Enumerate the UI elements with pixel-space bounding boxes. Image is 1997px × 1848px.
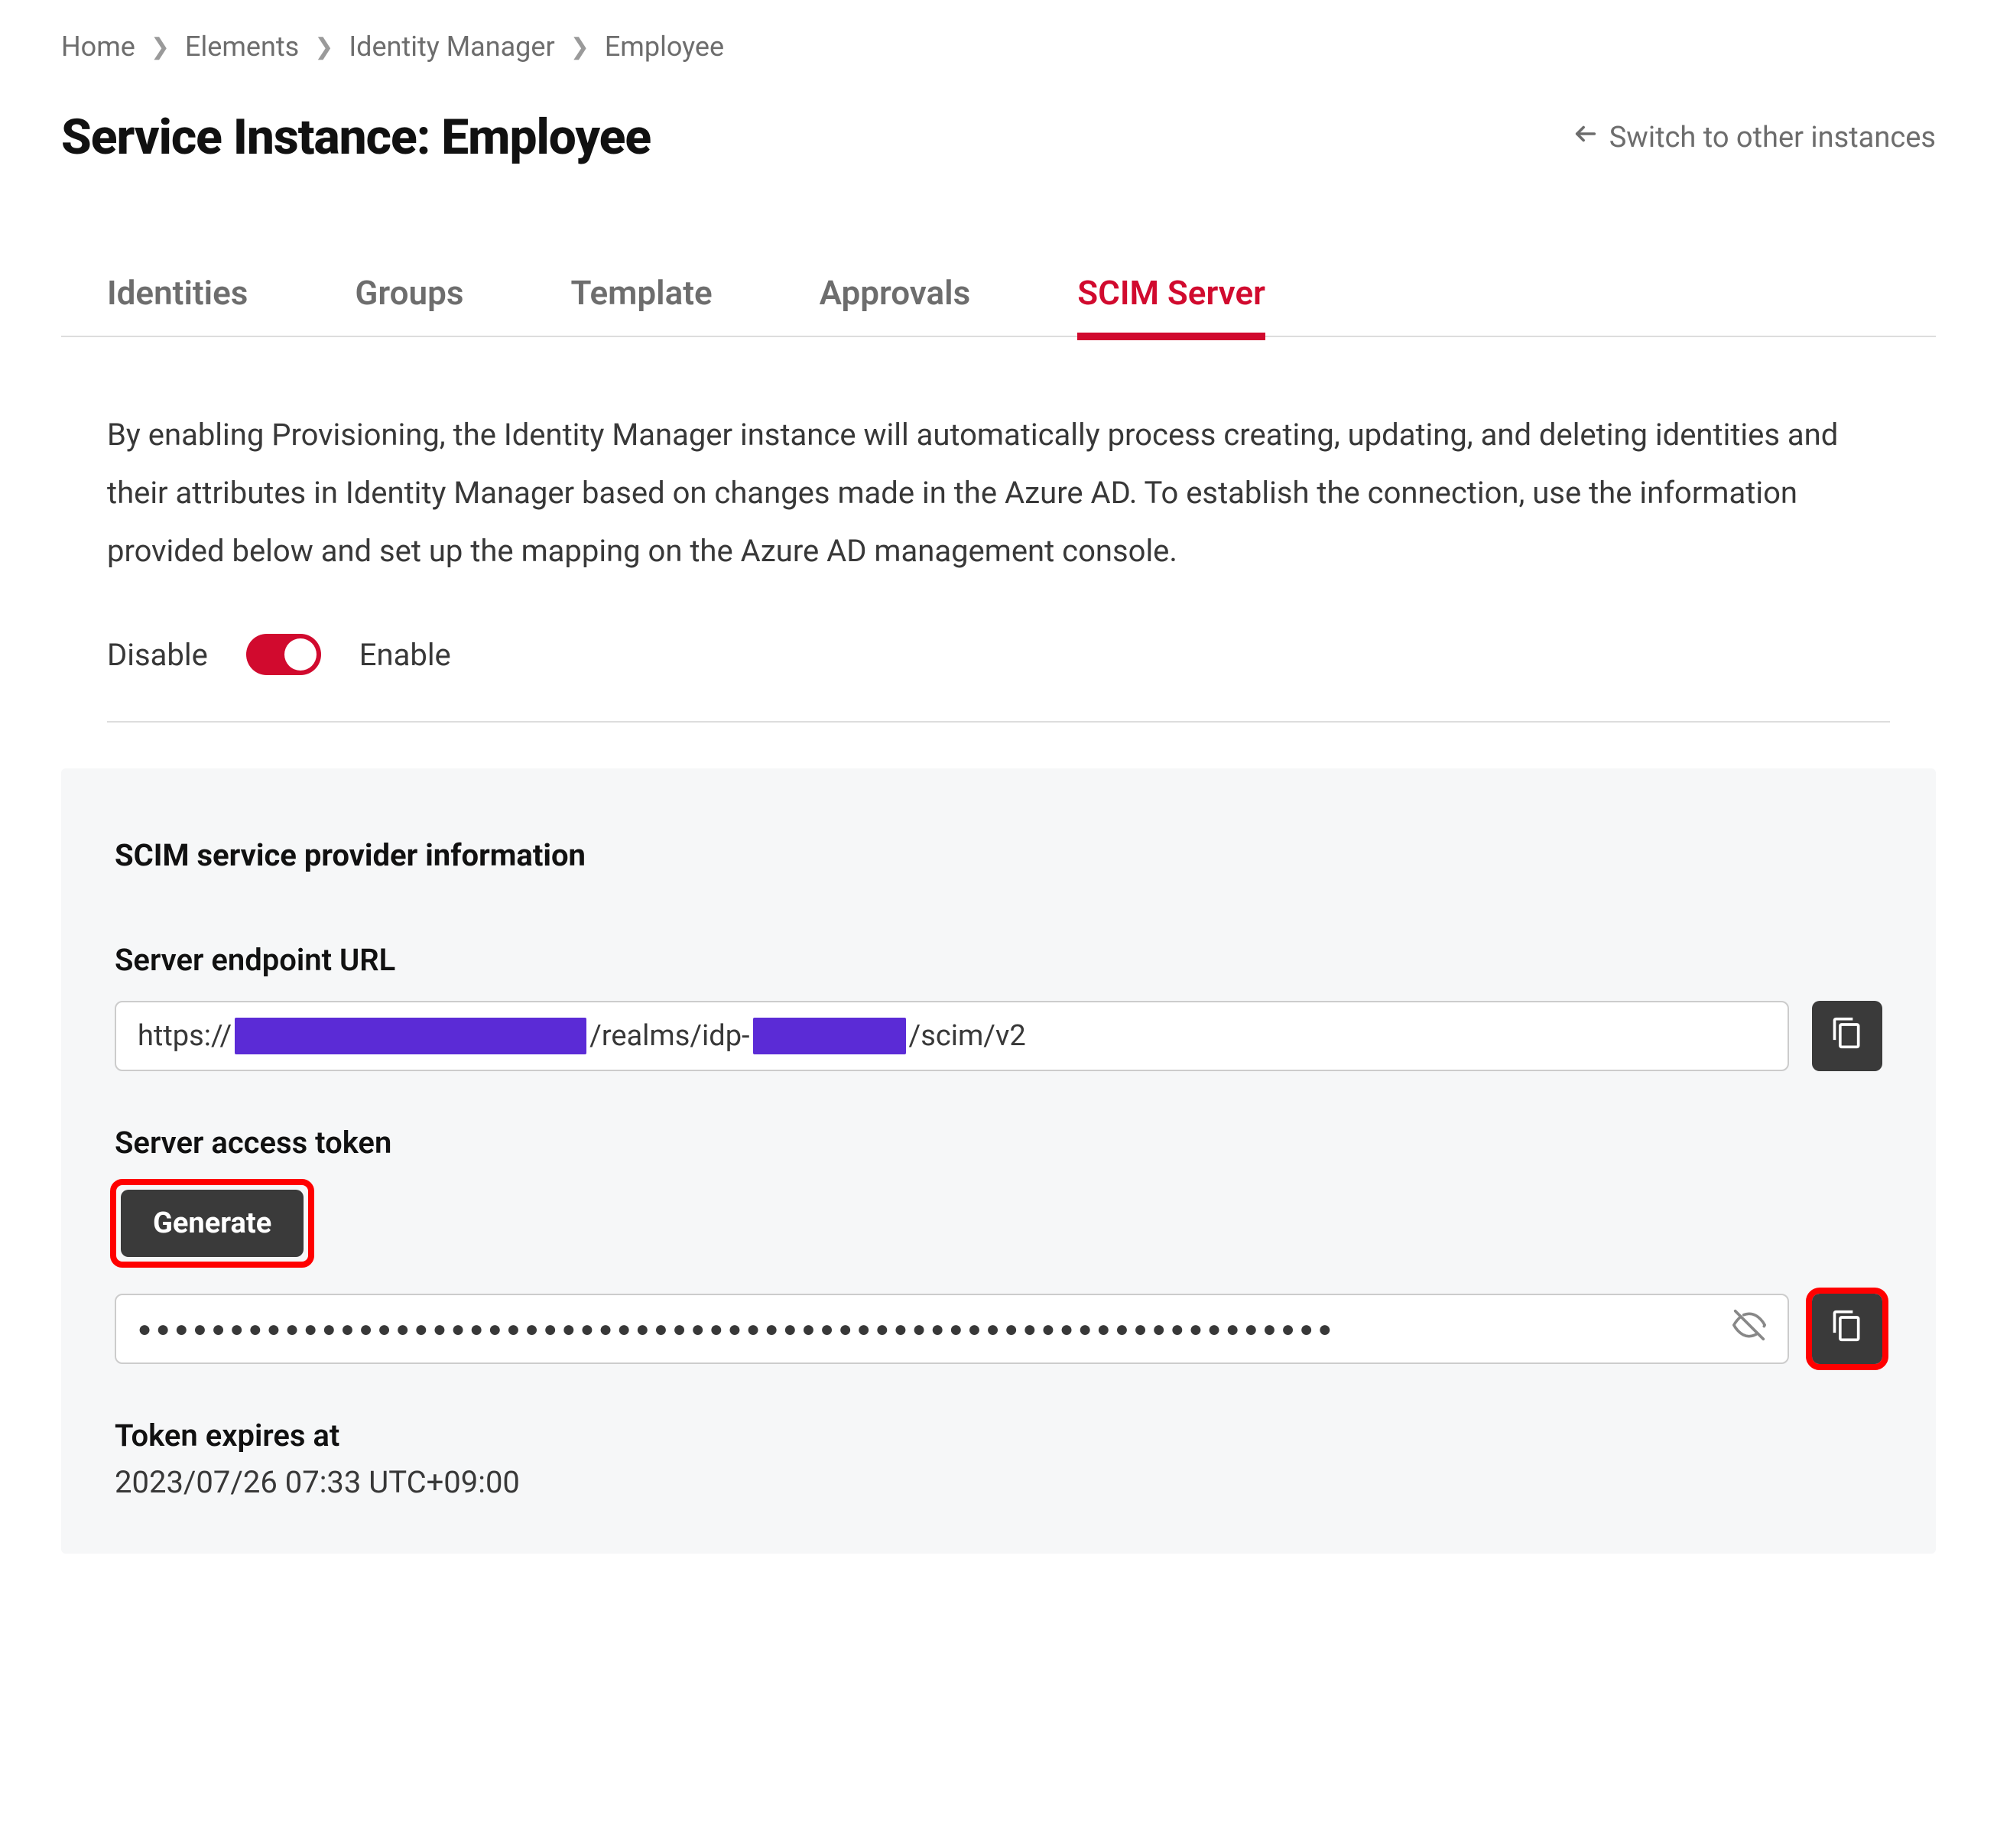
eye-off-icon[interactable]: [1732, 1308, 1766, 1349]
toggle-disable-label: Disable: [107, 637, 208, 673]
access-token-input[interactable]: ●●●●●●●●●●●●●●●●●●●●●●●●●●●●●●●●●●●●●●●●…: [115, 1294, 1789, 1364]
access-token-masked: ●●●●●●●●●●●●●●●●●●●●●●●●●●●●●●●●●●●●●●●●…: [138, 1316, 1732, 1343]
provisioning-toggle[interactable]: [246, 634, 321, 675]
tab-identities[interactable]: Identities: [107, 273, 248, 336]
endpoint-url-label: Server endpoint URL: [115, 942, 1882, 978]
provisioning-toggle-row: Disable Enable: [107, 634, 1890, 723]
page-title: Service Instance: Employee: [61, 109, 651, 166]
endpoint-url-prefix: https://: [138, 1019, 232, 1053]
chevron-right-icon: ❯: [570, 34, 589, 60]
copy-icon: [1830, 1309, 1864, 1349]
copy-endpoint-button[interactable]: [1812, 1001, 1882, 1071]
endpoint-url-input[interactable]: https:// /realms/idp- /scim/v2: [115, 1001, 1789, 1071]
breadcrumb-link-identity-manager[interactable]: Identity Manager: [349, 31, 554, 63]
endpoint-url-mid: /realms/idp-: [589, 1019, 749, 1053]
breadcrumb-link-employee[interactable]: Employee: [605, 31, 724, 63]
switch-instances-link[interactable]: Switch to other instances: [1573, 121, 1936, 154]
tab-approvals[interactable]: Approvals: [820, 273, 971, 336]
copy-icon: [1830, 1016, 1864, 1056]
scim-info-card: SCIM service provider information Server…: [61, 768, 1936, 1554]
highlight-generate: Generate: [115, 1184, 310, 1263]
token-expires-label: Token expires at: [115, 1418, 1882, 1453]
breadcrumb-link-elements[interactable]: Elements: [185, 31, 299, 63]
token-expires-value: 2023/07/26 07:33 UTC+09:00: [115, 1464, 1882, 1500]
chevron-right-icon: ❯: [314, 34, 333, 60]
switch-instances-label: Switch to other instances: [1609, 121, 1936, 154]
tab-bar: Identities Groups Template Approvals SCI…: [61, 273, 1936, 337]
access-token-label: Server access token: [115, 1125, 1882, 1161]
endpoint-url-suffix: /scim/v2: [909, 1019, 1026, 1053]
redacted-segment: [235, 1018, 586, 1054]
toggle-enable-label: Enable: [359, 637, 451, 673]
tab-template[interactable]: Template: [570, 273, 712, 336]
copy-token-button[interactable]: [1812, 1294, 1882, 1364]
arrow-left-icon: [1573, 121, 1599, 154]
chevron-right-icon: ❯: [151, 34, 170, 60]
redacted-segment: [753, 1018, 906, 1054]
toggle-knob: [284, 638, 317, 671]
breadcrumb-link-home[interactable]: Home: [61, 31, 135, 63]
tab-groups[interactable]: Groups: [355, 273, 463, 336]
tab-scim-server[interactable]: SCIM Server: [1077, 273, 1265, 340]
scim-description: By enabling Provisioning, the Identity M…: [107, 406, 1890, 580]
generate-token-button[interactable]: Generate: [121, 1190, 304, 1257]
scim-card-title: SCIM service provider information: [115, 837, 1882, 873]
breadcrumb: Home ❯ Elements ❯ Identity Manager ❯ Emp…: [61, 31, 1936, 63]
